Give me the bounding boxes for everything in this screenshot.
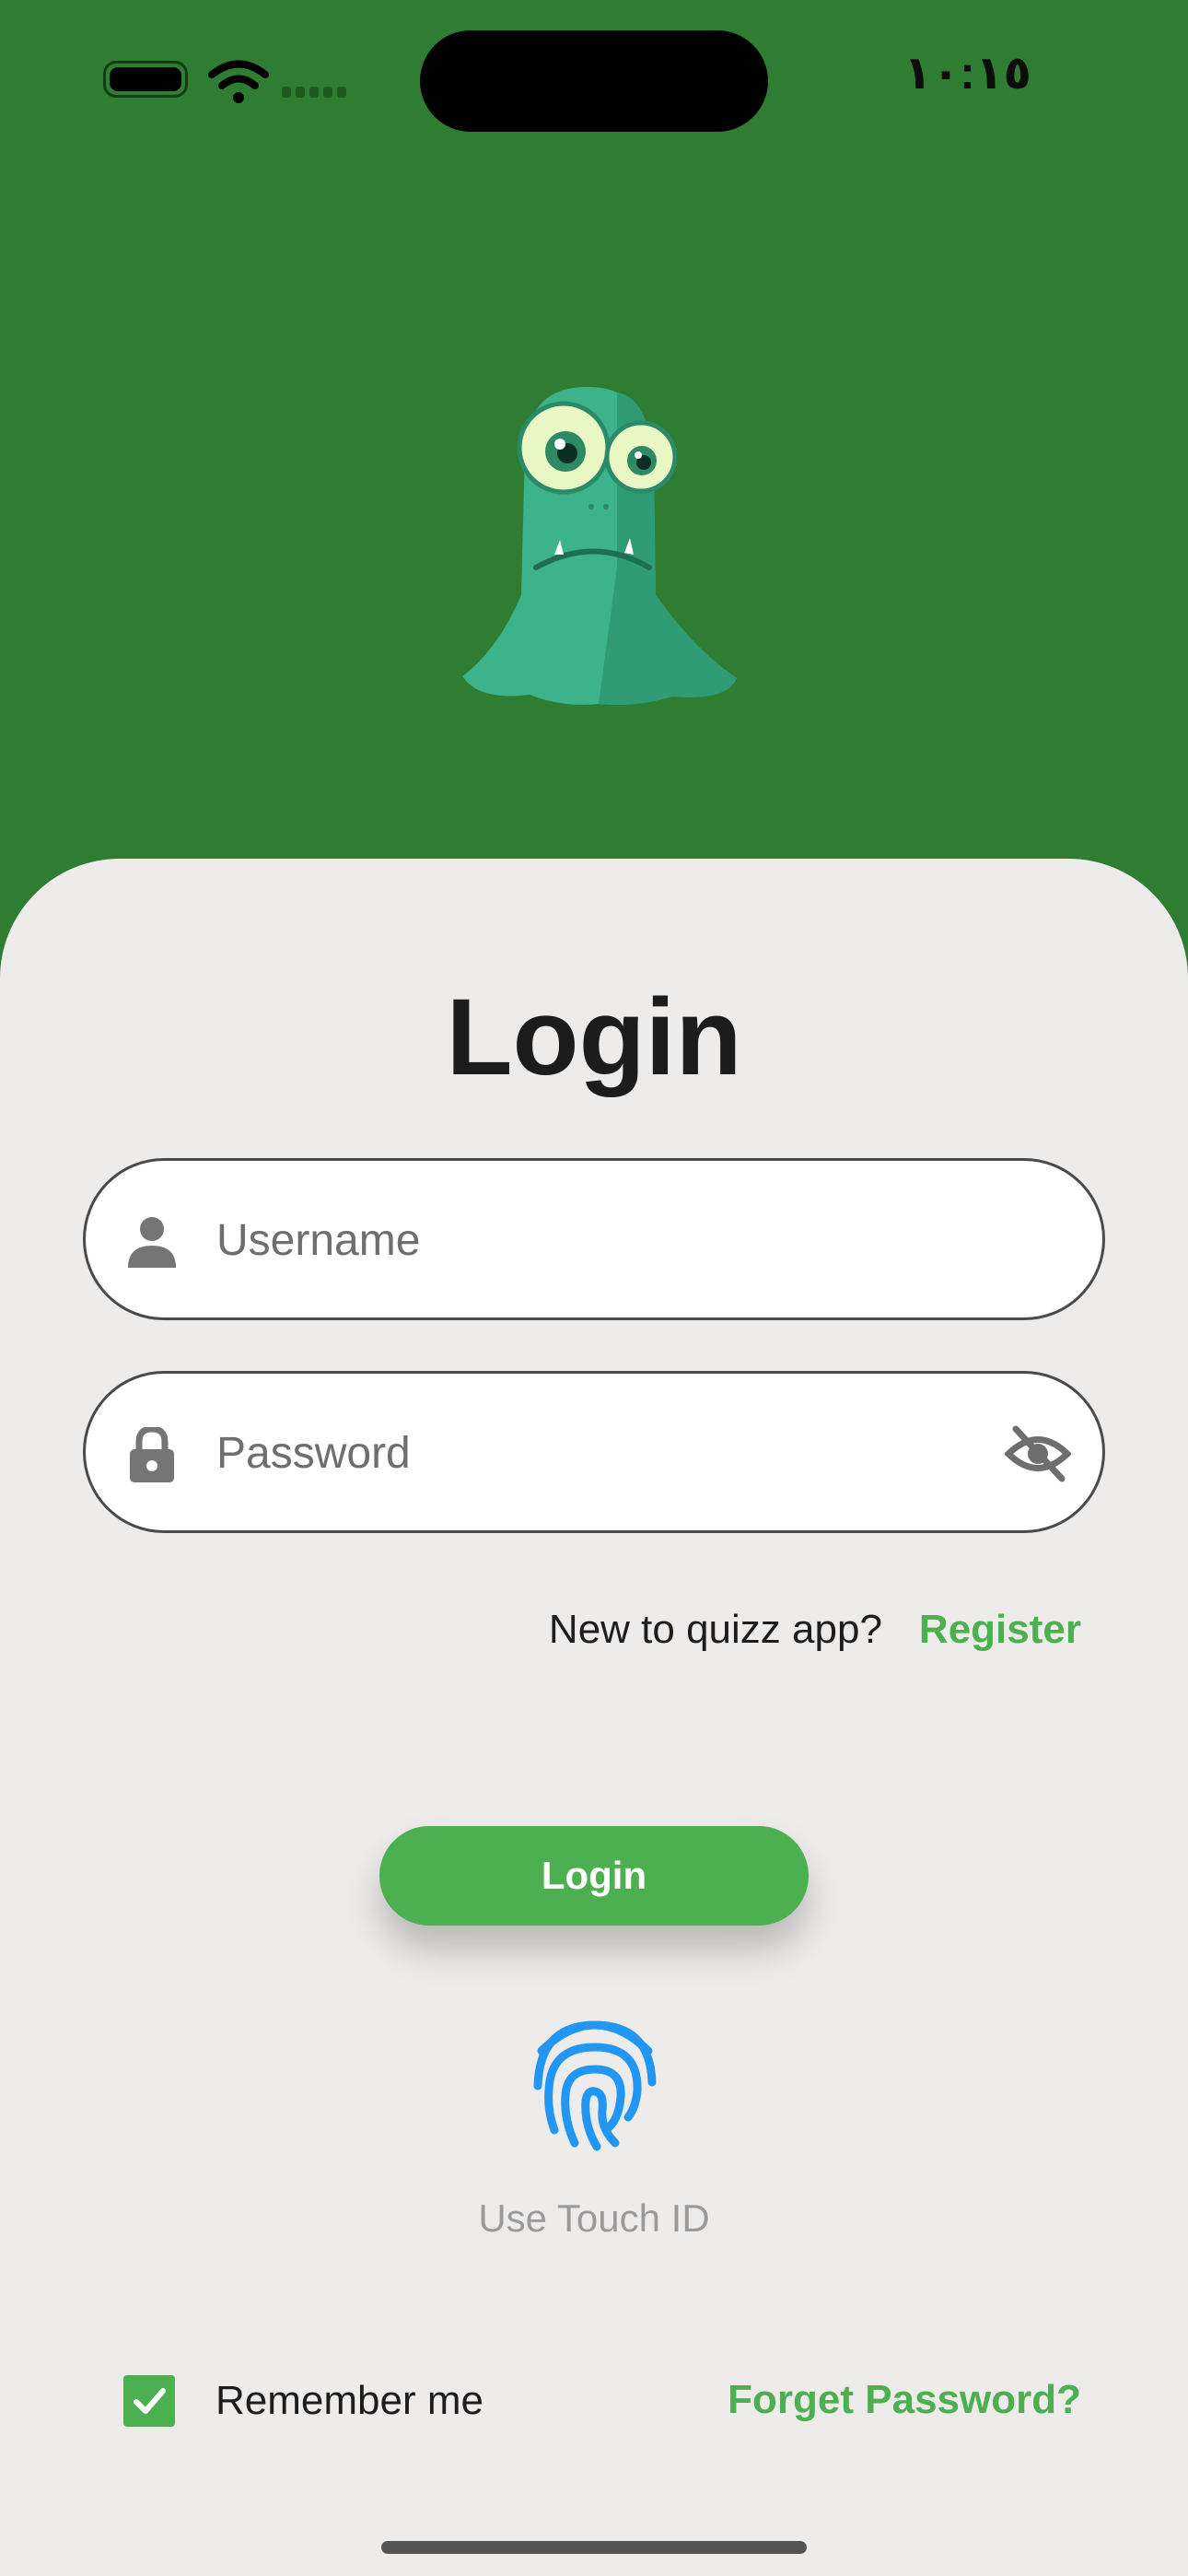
home-indicator[interactable] [381,2541,807,2554]
register-row: New to quizz app? Register [549,1607,1081,1653]
fingerprint-icon[interactable] [527,2008,663,2152]
lock-icon [130,1427,174,1482]
forgot-password-link[interactable]: Forget Password? [728,2377,1081,2423]
username-field[interactable] [83,1158,1105,1320]
register-link[interactable]: Register [919,1607,1081,1652]
status-time: ١٠:١٥ [903,47,1031,99]
password-input[interactable] [216,1411,953,1495]
dynamic-island [420,30,768,132]
remember-me-label: Remember me [215,2378,483,2423]
status-bar: ١٠:١٥ [0,0,1188,166]
signal-icon [282,87,346,98]
password-field[interactable] [83,1371,1105,1533]
check-icon [134,2388,166,2414]
touch-id-label: Use Touch ID [478,2196,710,2240]
wifi-icon [208,60,269,103]
register-prompt: New to quizz app? [548,1607,882,1652]
user-icon [128,1217,176,1268]
battery-icon [103,61,188,98]
username-input[interactable] [216,1198,953,1282]
login-card [0,859,1188,2576]
eye-off-icon[interactable] [1005,1423,1071,1484]
login-button[interactable]: Login [379,1826,809,1926]
remember-me-checkbox[interactable] [123,2375,175,2427]
mascot-icon [462,386,737,705]
remember-me-row: Remember me [123,2373,483,2429]
page-title: Login [446,977,742,1098]
